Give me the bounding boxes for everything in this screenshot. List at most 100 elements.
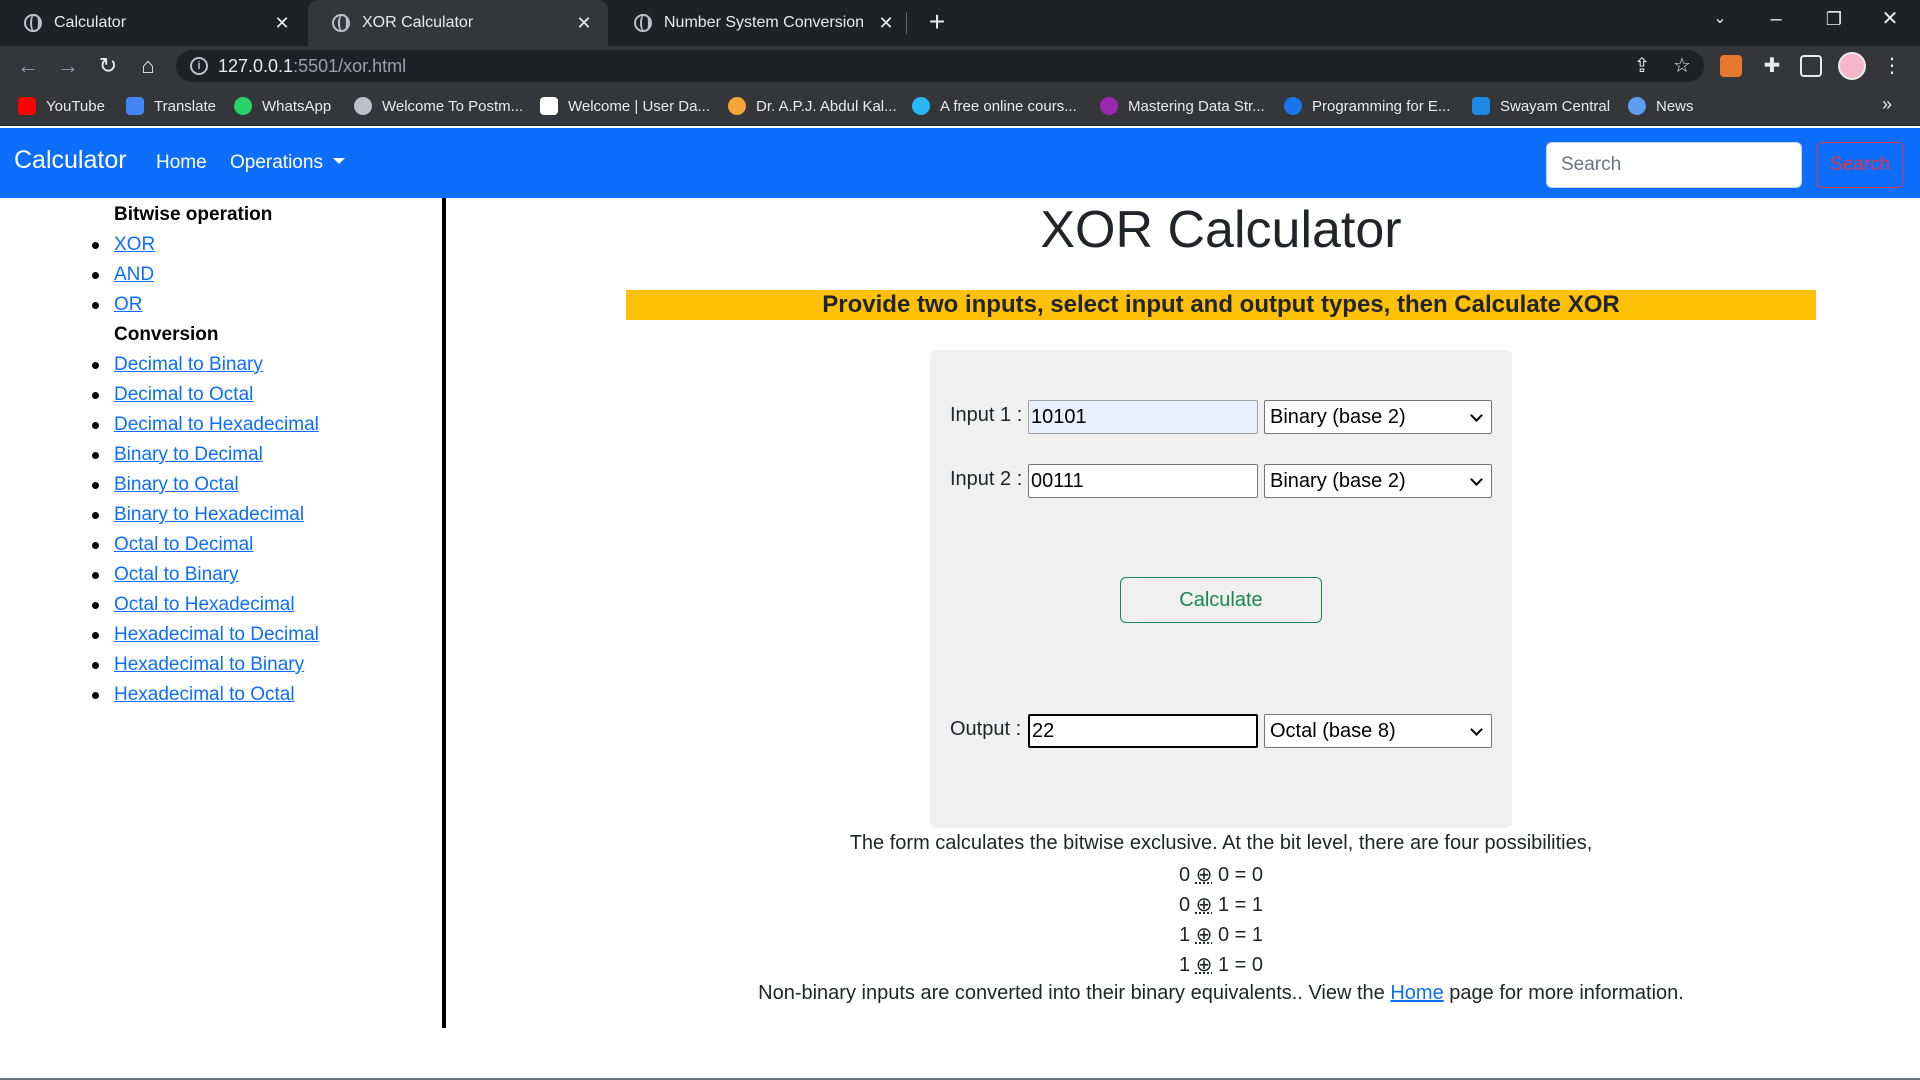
navbar-brand[interactable]: Calculator: [14, 146, 127, 175]
globe-icon: [332, 14, 350, 32]
bullet-icon: [92, 541, 99, 549]
sidebar-heading-conversion: Conversion: [114, 324, 219, 345]
bookmark-news[interactable]: News: [1628, 94, 1694, 118]
bookmark-whatsapp[interactable]: WhatsApp: [234, 94, 331, 118]
output-type-select[interactable]: Octal (base 8): [1264, 714, 1492, 748]
footer-note: Non-binary inputs are converted into the…: [450, 982, 1920, 1005]
input1-field[interactable]: [1028, 400, 1258, 434]
operand-b: 0: [1217, 924, 1230, 946]
bullet-icon: [92, 361, 99, 369]
calculate-button[interactable]: Calculate: [1120, 577, 1322, 623]
back-arrow-icon[interactable]: ←: [12, 50, 44, 82]
bookmark-user-dashboard[interactable]: Welcome | User Da...: [540, 94, 710, 118]
search-button[interactable]: Search: [1816, 142, 1904, 188]
minimize-icon[interactable]: –: [1748, 0, 1804, 40]
close-tab-icon[interactable]: ✕: [876, 13, 896, 34]
side-panel-icon[interactable]: [1800, 55, 1822, 77]
sidebar-link[interactable]: Decimal to Octal: [114, 384, 253, 406]
new-tab-plus-icon[interactable]: +: [920, 6, 954, 40]
sidebar-link[interactable]: XOR: [114, 234, 155, 256]
bookmark-mastering-data-structures[interactable]: Mastering Data Str...: [1100, 94, 1265, 118]
bullet-icon: [92, 241, 99, 249]
operand-b: 0: [1217, 864, 1230, 886]
bullet-icon: [92, 391, 99, 399]
operand-a: 0: [1178, 864, 1191, 886]
chevron-down-icon: [1470, 473, 1483, 486]
nav-operations-dropdown[interactable]: Operations: [230, 152, 345, 174]
site-info-icon[interactable]: i: [190, 57, 208, 75]
profile-avatar[interactable]: [1838, 52, 1866, 80]
xor-calculator-form: Input 1 : Binary (base 2) Input 2 : Bina…: [930, 350, 1512, 828]
whatsapp-icon: [234, 97, 252, 115]
chevron-down-icon: [1470, 409, 1483, 422]
bullet-icon: [92, 421, 99, 429]
home-icon[interactable]: ⌂: [132, 50, 164, 82]
tab-search-chevron-icon[interactable]: ⌄: [1692, 0, 1748, 40]
description-text: The form calculates the bitwise exclusiv…: [849, 832, 1593, 854]
input2-type-select[interactable]: Binary (base 2): [1264, 464, 1492, 498]
result: 1: [1251, 894, 1264, 916]
browser-menu-icon[interactable]: ⋮: [1876, 50, 1908, 82]
operand-b: 1: [1217, 954, 1230, 976]
restore-icon[interactable]: ❐: [1806, 0, 1862, 40]
course-icon: [912, 97, 930, 115]
input2-label: Input 2 :: [950, 468, 1023, 490]
swayam-icon: [1472, 97, 1490, 115]
search-input[interactable]: [1546, 142, 1802, 188]
sidebar-link[interactable]: Octal to Hexadecimal: [114, 594, 295, 616]
bullet-icon: [92, 451, 99, 459]
bookmark-free-online-course[interactable]: A free online cours...: [912, 94, 1077, 118]
operand-b: 1: [1217, 894, 1230, 916]
bookmark-programming-for-e[interactable]: Programming for E...: [1284, 94, 1450, 118]
sidebar-link[interactable]: Hexadecimal to Octal: [114, 684, 295, 706]
sidebar-link[interactable]: Hexadecimal to Binary: [114, 654, 304, 676]
bullet-icon: [92, 631, 99, 639]
extensions-puzzle-icon[interactable]: ✚: [1756, 50, 1788, 82]
sidebar-link[interactable]: Binary to Decimal: [114, 444, 263, 466]
url-host: 127.0.0.1: [218, 56, 294, 76]
sidebar-link[interactable]: Decimal to Hexadecimal: [114, 414, 319, 436]
bookmarks-overflow-icon[interactable]: »: [1882, 94, 1892, 115]
browser-tab-xor-calculator[interactable]: XOR Calculator ✕: [308, 0, 608, 46]
nav-home-link[interactable]: Home: [156, 152, 207, 174]
bookmark-translate[interactable]: Translate: [126, 94, 216, 118]
tab-title: Number System Conversion: [664, 14, 865, 31]
window-close-icon[interactable]: ✕: [1862, 0, 1918, 40]
footer-home-link[interactable]: Home: [1390, 982, 1443, 1004]
sidebar-link[interactable]: AND: [114, 264, 154, 286]
sidebar-link[interactable]: Binary to Octal: [114, 474, 239, 496]
bookmark-label: Welcome | User Da...: [568, 97, 710, 115]
sidebar-link[interactable]: Octal to Binary: [114, 564, 239, 586]
reload-icon[interactable]: ↻: [92, 50, 124, 82]
output-field[interactable]: [1028, 714, 1258, 748]
bookmark-postman[interactable]: Welcome To Postm...: [354, 94, 523, 118]
sidebar-link[interactable]: Hexadecimal to Decimal: [114, 624, 319, 646]
bookmark-label: News: [1656, 97, 1694, 115]
bookmark-abdul-kalam[interactable]: Dr. A.P.J. Abdul Kal...: [728, 94, 897, 118]
sidebar-item-conversion: Binary to Hexadecimal: [92, 504, 304, 526]
address-bar[interactable]: i 127.0.0.1:5501/xor.html: [176, 50, 1704, 82]
xor-operator-icon: ⊕: [1195, 924, 1213, 946]
input2-field[interactable]: [1028, 464, 1258, 498]
input1-type-select[interactable]: Binary (base 2): [1264, 400, 1492, 434]
bookmark-youtube[interactable]: YouTube: [18, 94, 105, 118]
forward-arrow-icon[interactable]: →: [52, 50, 84, 82]
news-icon: [1628, 97, 1646, 115]
udemy-icon: [1100, 97, 1118, 115]
tab-separator: [906, 12, 907, 34]
close-tab-icon[interactable]: ✕: [272, 13, 292, 34]
bookmark-swayam-central[interactable]: Swayam Central: [1472, 94, 1610, 118]
bookmark-star-icon[interactable]: ☆: [1666, 50, 1698, 82]
operand-a: 1: [1178, 924, 1191, 946]
sidebar-link[interactable]: Binary to Hexadecimal: [114, 504, 304, 526]
browser-tab-number-system-conversion[interactable]: Number System Conversion ✕: [610, 0, 910, 46]
share-icon[interactable]: ⇪: [1626, 50, 1658, 82]
metamask-extension-icon[interactable]: [1720, 55, 1742, 77]
sidebar-link[interactable]: Decimal to Binary: [114, 354, 263, 376]
browser-tab-calculator[interactable]: Calculator ✕: [0, 0, 306, 46]
sidebar-link[interactable]: OR: [114, 294, 143, 316]
sidebar-item-and: AND: [92, 264, 154, 286]
sidebar-link[interactable]: Octal to Decimal: [114, 534, 253, 556]
close-tab-icon[interactable]: ✕: [574, 13, 594, 34]
truth-table-row: 1 ⊕ 1 = 0: [450, 952, 1920, 977]
